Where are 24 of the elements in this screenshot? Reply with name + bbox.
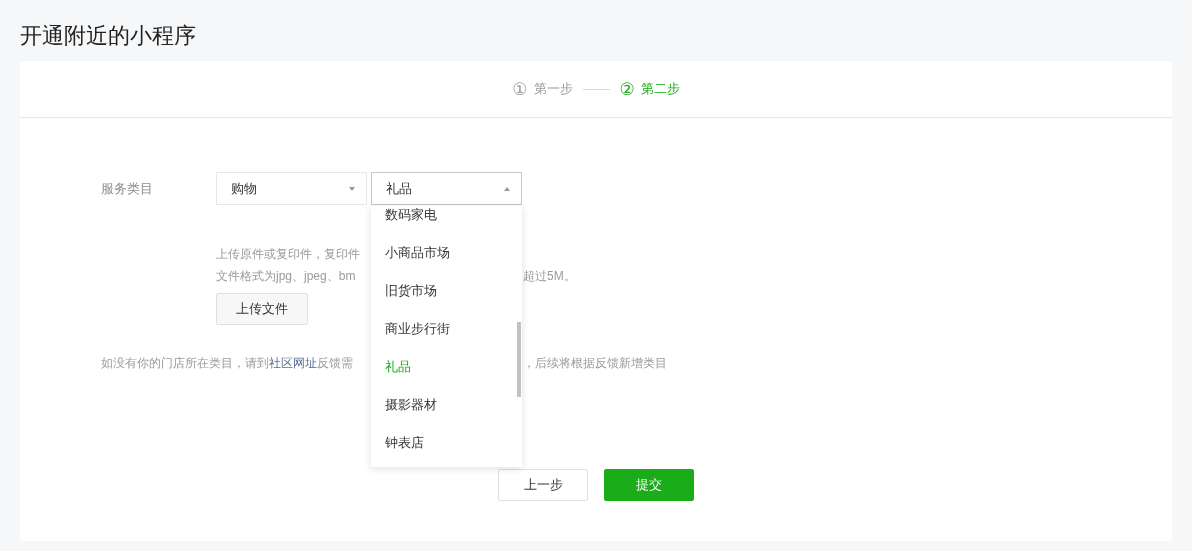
hint-text: 文件格式为jpg、jpeg、bm xyxy=(216,269,356,283)
caret-icon xyxy=(504,186,510,191)
dropdown-option[interactable]: 钟表店 xyxy=(371,424,522,462)
dropdown-option[interactable]: 摄影器材 xyxy=(371,386,522,424)
caret-icon xyxy=(349,186,355,191)
step-indicator: ② 第二步 xyxy=(619,79,680,99)
dropdown-option[interactable]: 小商品市场 xyxy=(371,234,522,272)
dropdown-option[interactable]: 商业步行街 xyxy=(371,310,522,348)
note-text: 如没有你的门店所在类目，请到 xyxy=(101,356,269,370)
hint-text: 上传原件或复印件，复印件 xyxy=(216,247,360,261)
step-connector xyxy=(582,88,610,90)
previous-button[interactable]: 上一步 xyxy=(498,469,588,501)
dropdown-option[interactable]: 旧货市场 xyxy=(371,272,522,310)
note-text: ，后续将根据反馈新增类目 xyxy=(523,355,667,372)
community-link[interactable]: 社区网址 xyxy=(269,356,317,370)
note-text: 反馈需 xyxy=(317,356,353,370)
upload-button[interactable]: 上传文件 xyxy=(216,293,308,325)
hint-text: 超过5M。 xyxy=(523,268,576,285)
select-field[interactable]: 礼品 xyxy=(371,172,522,205)
page-title: 开通附近的小程序 xyxy=(20,22,197,50)
dropdown-option[interactable]: 数码家电 xyxy=(371,206,522,234)
scrollbar-thumb[interactable] xyxy=(517,322,521,397)
field-label: 服务类目 xyxy=(101,180,154,198)
select-field[interactable]: 购物 xyxy=(216,172,367,205)
